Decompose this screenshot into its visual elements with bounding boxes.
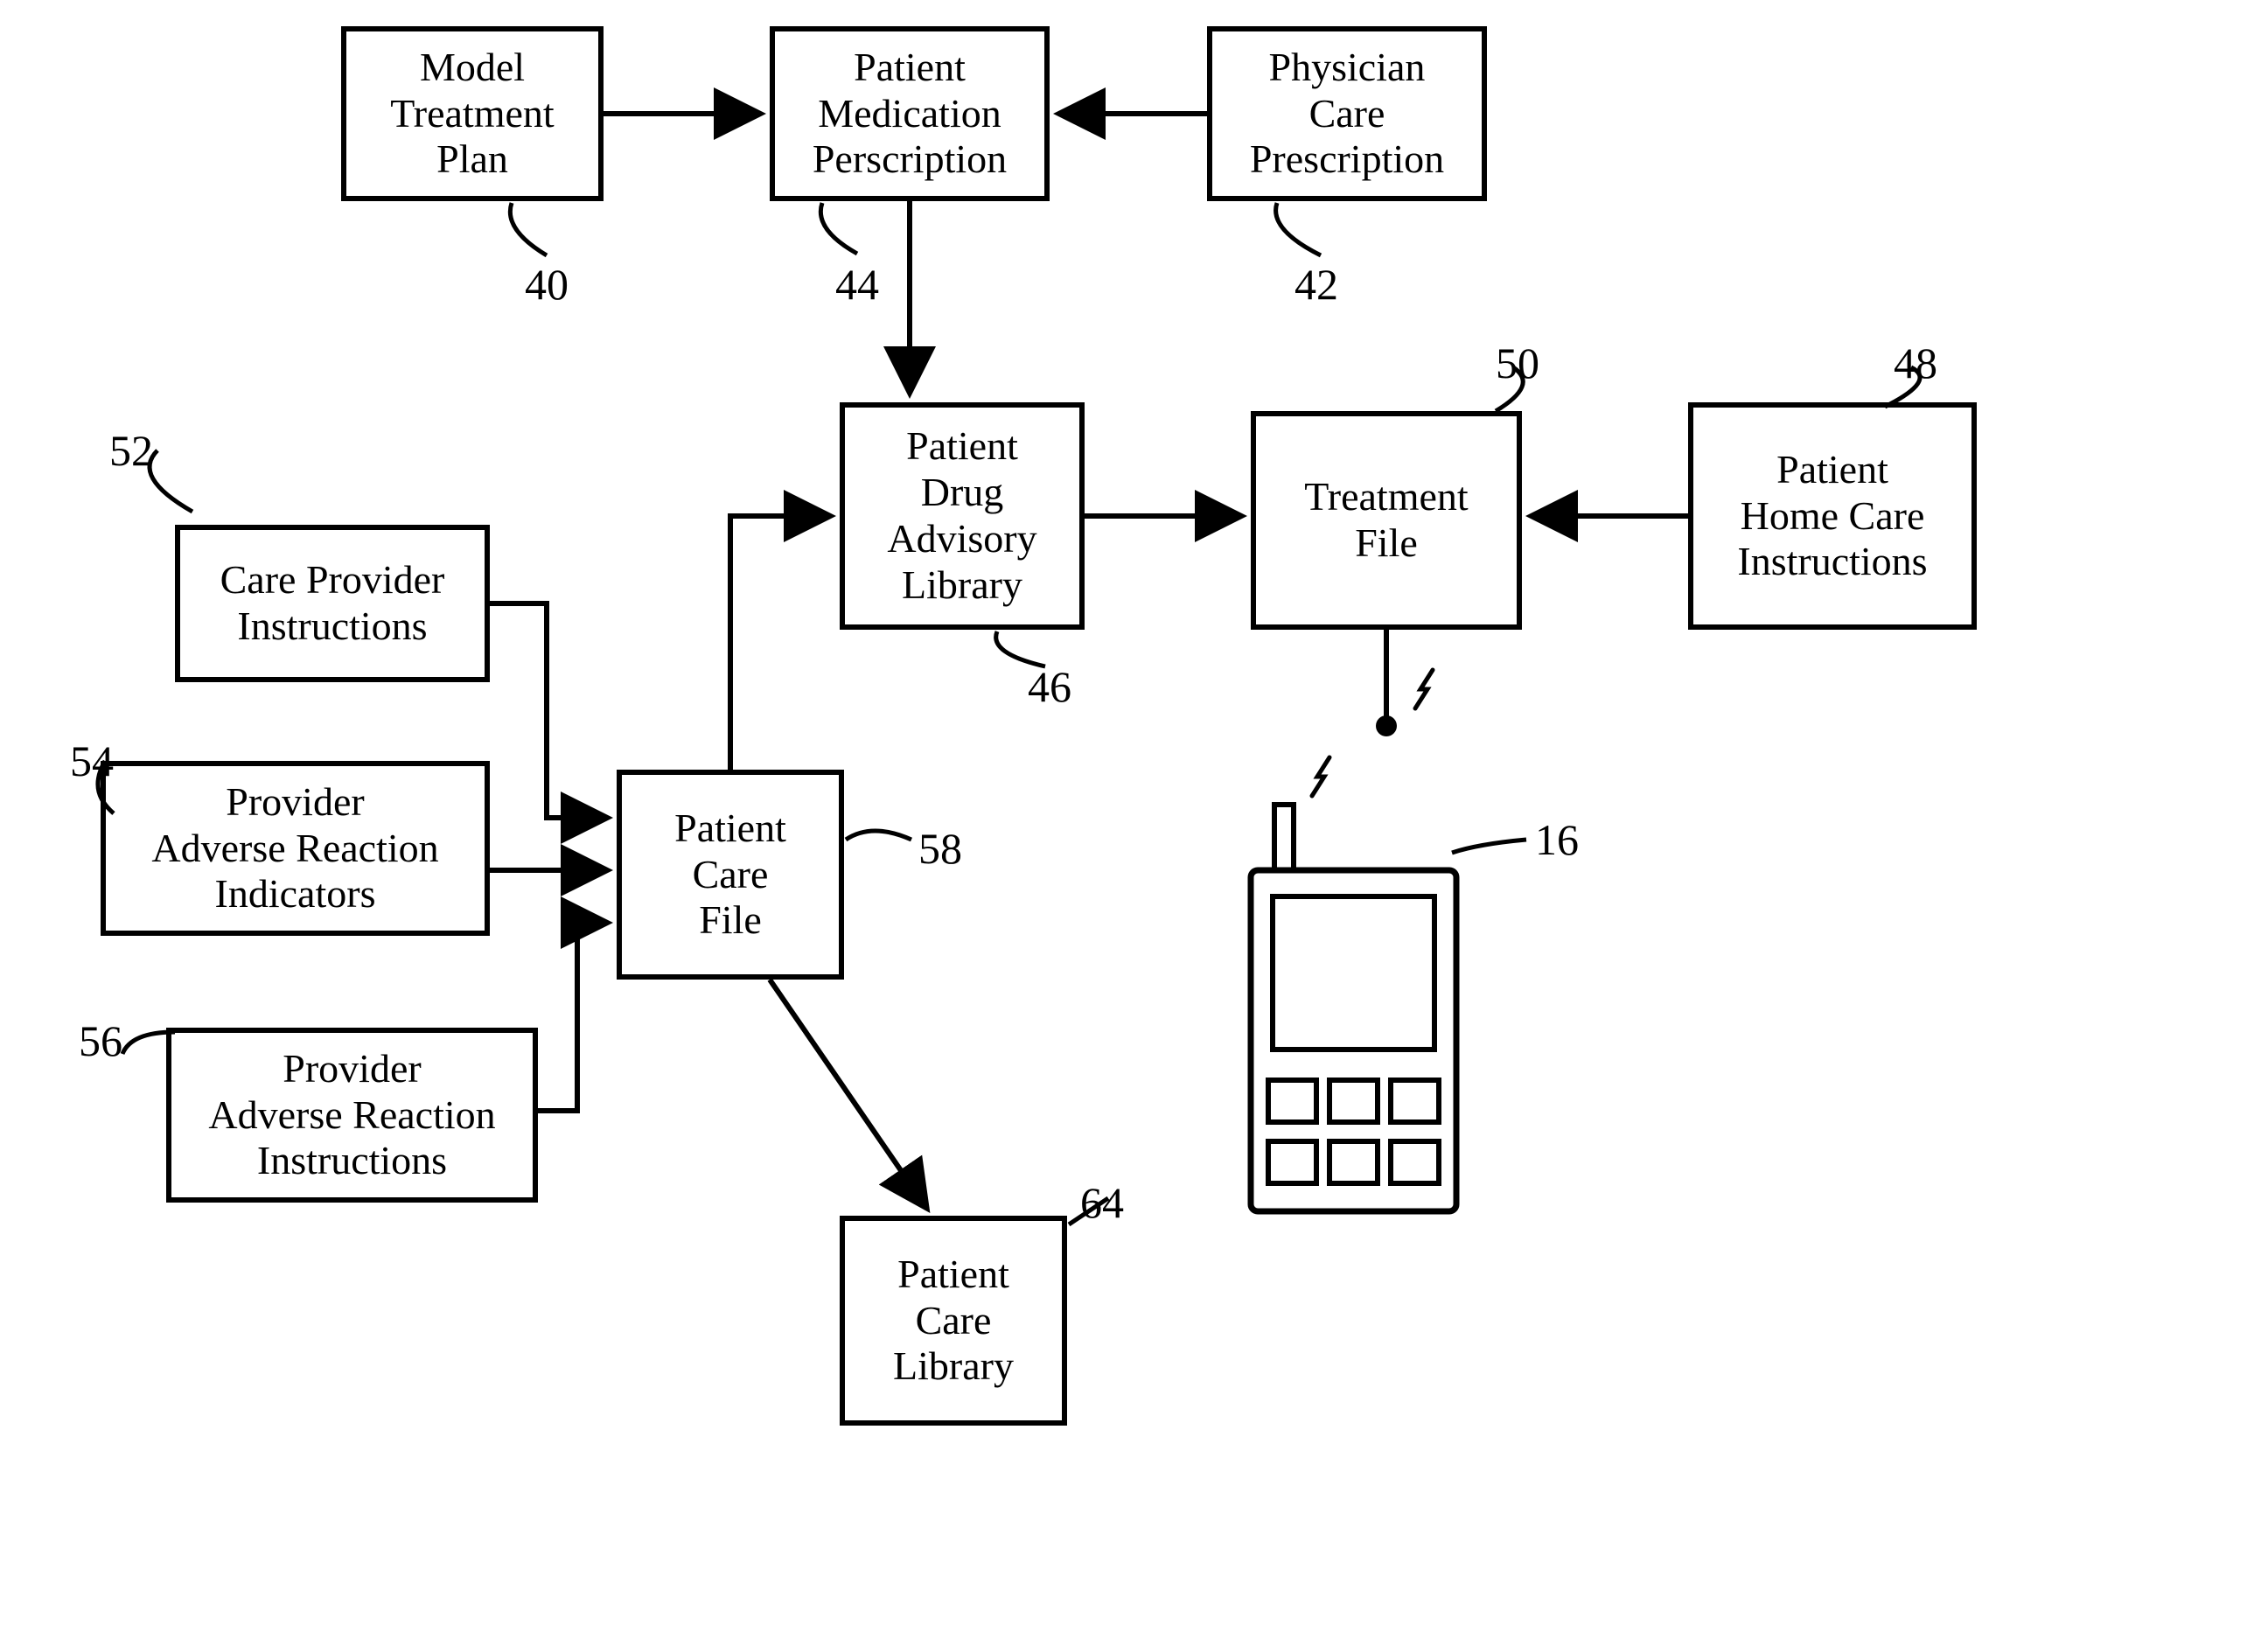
box-patient-home-care-instructions: PatientHome CareInstructions — [1688, 402, 1977, 630]
ref-16: 16 — [1535, 818, 1579, 861]
box-patient-medication-prescription: PatientMedicationPerscription — [770, 26, 1050, 201]
box-treatment-file: TreatmentFile — [1251, 411, 1522, 630]
antenna-dot-icon — [1376, 715, 1397, 736]
leader-52-icon — [150, 450, 192, 512]
handheld-device-icon — [1251, 805, 1456, 1211]
box-patient-care-file: PatientCareFile — [617, 770, 844, 980]
ref-46: 46 — [1028, 665, 1071, 708]
box-label: PatientDrugAdvisoryLibrary — [887, 423, 1036, 609]
box-model-treatment-plan: ModelTreatmentPlan — [341, 26, 604, 201]
box-label: ProviderAdverse ReactionIndicators — [151, 779, 438, 918]
box-label: PatientCareFile — [674, 806, 786, 945]
ref-64: 64 — [1080, 1181, 1124, 1224]
leader-44-icon — [820, 203, 857, 254]
box-label: ModelTreatmentPlan — [390, 45, 554, 184]
box-provider-adverse-reaction-indicators: ProviderAdverse ReactionIndicators — [101, 761, 490, 936]
arrow-52-to-58 — [490, 603, 608, 818]
box-physician-care-prescription: PhysicianCarePrescription — [1207, 26, 1487, 201]
box-label: ProviderAdverse ReactionInstructions — [208, 1046, 495, 1185]
leader-40-icon — [510, 203, 547, 255]
leader-42-icon — [1276, 203, 1321, 255]
box-label: PhysicianCarePrescription — [1250, 45, 1444, 184]
ref-40: 40 — [525, 262, 569, 306]
wireless-spark-top-icon — [1415, 670, 1433, 708]
box-label: Care ProviderInstructions — [220, 557, 445, 650]
box-provider-adverse-reaction-instructions: ProviderAdverse ReactionInstructions — [166, 1028, 538, 1203]
leader-58-icon — [846, 831, 911, 840]
box-patient-care-library: PatientCareLibrary — [840, 1216, 1067, 1426]
arrow-58-to-64 — [770, 980, 927, 1209]
box-label: PatientMedicationPerscription — [813, 45, 1007, 184]
ref-56: 56 — [79, 1019, 122, 1063]
wireless-spark-bottom-icon — [1312, 757, 1329, 796]
arrow-58-to-46 — [730, 516, 831, 770]
leader-16-icon — [1452, 840, 1526, 853]
ref-58: 58 — [918, 826, 962, 870]
box-care-provider-instructions: Care ProviderInstructions — [175, 525, 490, 682]
arrow-56-to-58 — [538, 923, 608, 1111]
box-label: TreatmentFile — [1304, 474, 1468, 567]
ref-44: 44 — [835, 262, 879, 306]
ref-54: 54 — [70, 739, 114, 783]
leader-46-icon — [996, 631, 1045, 666]
ref-52: 52 — [109, 429, 153, 472]
ref-50: 50 — [1496, 341, 1539, 385]
ref-48: 48 — [1894, 341, 1937, 385]
box-label: PatientHome CareInstructions — [1737, 447, 1927, 586]
diagram-stage: ModelTreatmentPlan PatientMedicationPers… — [0, 0, 2268, 1639]
box-label: PatientCareLibrary — [893, 1252, 1014, 1391]
box-patient-drug-advisory-library: PatientDrugAdvisoryLibrary — [840, 402, 1085, 630]
ref-42: 42 — [1295, 262, 1338, 306]
